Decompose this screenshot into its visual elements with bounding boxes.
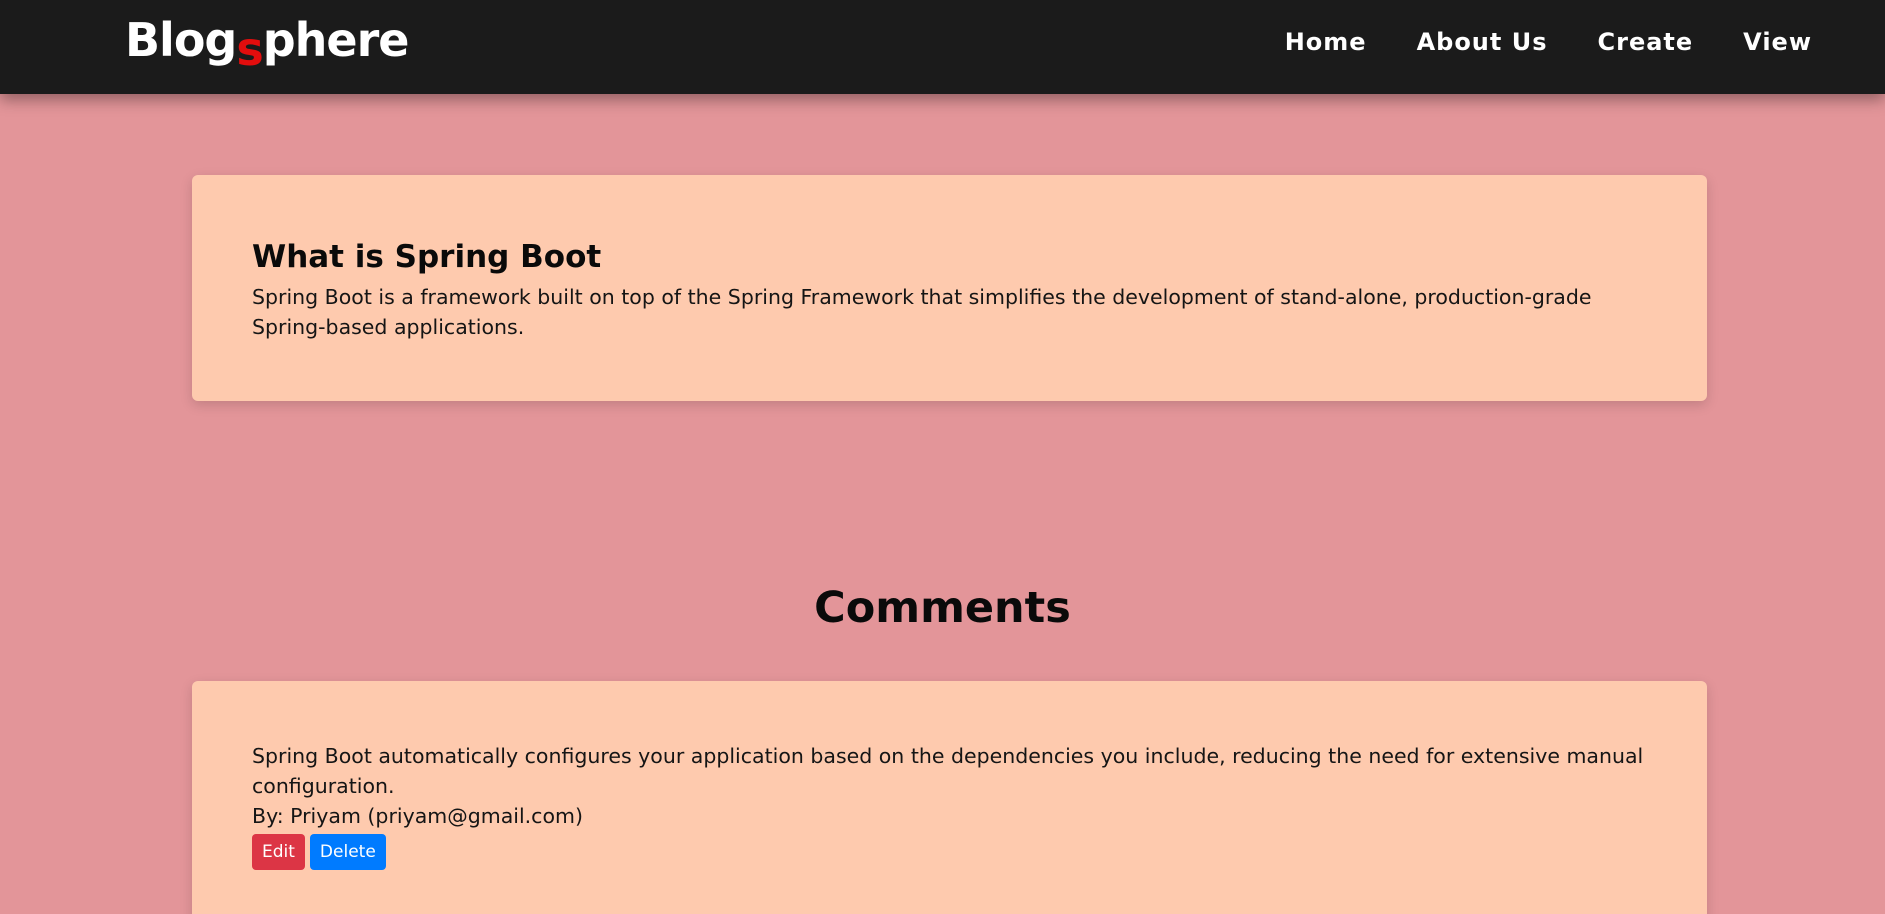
nav-about-us-link[interactable]: About Us xyxy=(1417,28,1548,56)
nav-home-link[interactable]: Home xyxy=(1285,28,1367,56)
nav-create-link[interactable]: Create xyxy=(1598,28,1694,56)
brand-text-start: Blog xyxy=(125,13,237,67)
comment-actions: Edit Delete xyxy=(252,834,1647,870)
post-body: Spring Boot is a framework built on top … xyxy=(252,285,1592,340)
nav-view-link[interactable]: View xyxy=(1743,28,1812,56)
brand-logo[interactable]: Blogsphere xyxy=(125,13,410,76)
post-card: What is Spring Boot Spring Boot is a fra… xyxy=(192,175,1707,401)
nav-links: Home About Us Create View xyxy=(1285,28,1812,56)
brand-accent-letter: s xyxy=(236,22,263,76)
comments-heading: Comments xyxy=(814,583,1071,633)
delete-comment-button[interactable]: Delete xyxy=(309,834,386,870)
brand-text-end: phere xyxy=(262,13,410,67)
comment-text: Spring Boot automatically configures you… xyxy=(252,744,1644,798)
post-title: What is Spring Boot xyxy=(252,239,602,275)
edit-comment-button[interactable]: Edit xyxy=(252,834,305,870)
navbar: Blogsphere Home About Us Create View xyxy=(0,0,1885,94)
comment-card: Spring Boot automatically configures you… xyxy=(192,681,1707,914)
comment-author: By: Priyam (priyam@gmail.com) xyxy=(252,804,583,828)
